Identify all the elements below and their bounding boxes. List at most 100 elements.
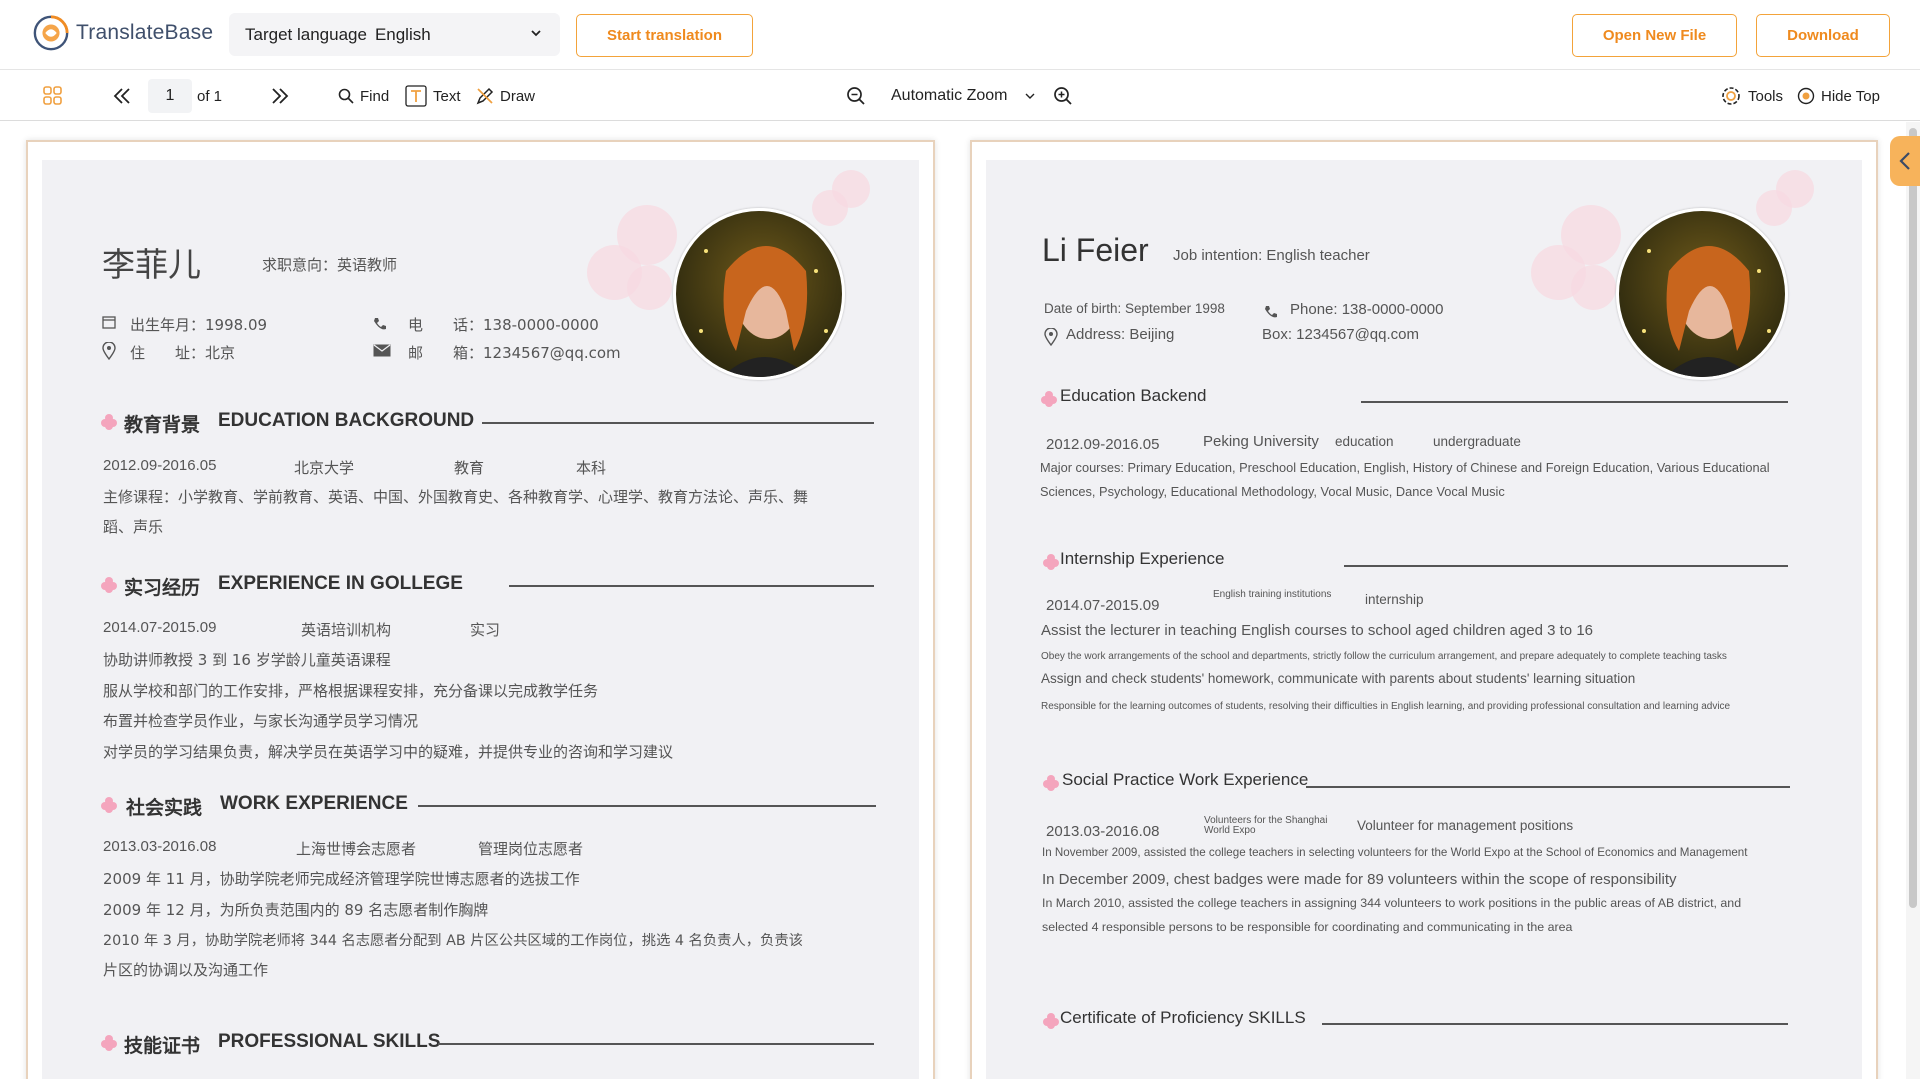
start-translation-button[interactable]: Start translation xyxy=(576,14,753,57)
open-new-file-button[interactable]: Open New File xyxy=(1572,14,1737,57)
intern-line: Obey the work arrangements of the school… xyxy=(1041,651,1727,662)
sidebar-toggle-button[interactable] xyxy=(42,71,64,121)
intern-line: 对学员的学习结果负责，解决学员在英语学习中的疑难，并提供专业的咨询和学习建议 xyxy=(103,743,674,761)
work-org: 上海世博会志愿者 xyxy=(296,840,417,858)
decor-petal xyxy=(627,265,672,310)
decor-petal xyxy=(1756,190,1792,226)
original-email: 邮 箱：1234567@qq.com xyxy=(408,344,621,362)
translated-job-intention: Job intention: English teacher xyxy=(1173,247,1370,264)
translated-email: Box: 1234567@qq.com xyxy=(1262,326,1419,343)
profile-photo xyxy=(673,208,845,380)
section-work: Social Practice Work Experience xyxy=(1062,770,1309,789)
section-divider xyxy=(509,585,874,587)
intern-role: internship xyxy=(1365,592,1424,607)
chevron-left-icon xyxy=(1899,152,1910,170)
intern-role: 实习 xyxy=(470,621,501,639)
search-icon xyxy=(338,88,354,104)
text-box-icon xyxy=(405,85,427,107)
section-internship: Internship Experience xyxy=(1060,549,1225,568)
double-chevron-right-icon xyxy=(272,88,289,104)
section-education-cn: 教育背景 xyxy=(124,414,201,436)
intern-line: Responsible for the learning outcomes of… xyxy=(1041,701,1731,712)
text-tool-button[interactable]: Text xyxy=(405,71,461,121)
profile-photo xyxy=(1616,208,1788,380)
zoom-out-button[interactable] xyxy=(846,71,866,121)
work-line: 2010 年 3 月，协助学院老师将 344 名志愿者分配到 AB 片区公共区域… xyxy=(103,933,803,949)
page-total: of 1 xyxy=(197,87,223,105)
work-role: 管理岗位志愿者 xyxy=(478,840,584,858)
edu-date: 2012.09-2016.05 xyxy=(1046,436,1160,453)
collapse-panel-button[interactable] xyxy=(1890,136,1920,186)
section-divider xyxy=(1361,401,1788,403)
original-address: 住 址：北京 xyxy=(130,344,236,362)
target-language-value: English xyxy=(374,24,431,44)
translated-address: Address: Beijing xyxy=(1066,326,1175,343)
document-viewer[interactable]: 李菲儿 求职意向：英语教师 出生年月：1998.09 住 址：北京 电 话：13… xyxy=(0,122,1920,1079)
flower-bullet-icon xyxy=(101,1035,117,1051)
profile-photo-image xyxy=(1619,211,1785,377)
translated-phone: Phone: 138-0000-0000 xyxy=(1290,301,1444,318)
original-job-intention: 求职意向：英语教师 xyxy=(262,256,398,274)
zoom-in-button[interactable] xyxy=(1053,71,1073,121)
zoom-value: Automatic Zoom xyxy=(891,87,1008,104)
draw-tool-button[interactable]: Draw xyxy=(476,71,535,121)
translated-name: Li Feier xyxy=(1042,232,1149,268)
original-page: 李菲儿 求职意向：英语教师 出生年月：1998.09 住 址：北京 电 话：13… xyxy=(26,140,935,1079)
section-skills-cn: 技能证书 xyxy=(124,1035,201,1057)
download-button[interactable]: Download xyxy=(1756,14,1890,57)
intern-line: 服从学校和部门的工作安排，严格根据课程安排，充分备课以完成教学任务 xyxy=(103,682,599,700)
section-divider xyxy=(1306,786,1790,788)
logo-icon xyxy=(33,15,69,51)
work-line: In November 2009, assisted the college t… xyxy=(1042,846,1748,859)
pencil-icon xyxy=(476,87,494,105)
section-divider xyxy=(438,1043,874,1045)
previous-page-button[interactable] xyxy=(112,71,132,121)
intern-date: 2014.07-2015.09 xyxy=(1046,597,1160,614)
vertical-scrollbar[interactable] xyxy=(1906,122,1920,1079)
tools-button[interactable]: Tools xyxy=(1720,71,1783,121)
find-button[interactable]: Find xyxy=(338,71,389,121)
app-logo[interactable]: TranslateBase xyxy=(32,14,213,52)
edu-school: Peking University xyxy=(1203,433,1319,450)
profile-photo-image xyxy=(676,211,842,377)
target-language-select[interactable]: Target language English xyxy=(229,13,560,56)
work-date: 2013.03-2016.08 xyxy=(103,838,217,855)
tools-label: Tools xyxy=(1748,87,1784,105)
gear-icon xyxy=(1722,87,1740,105)
thumbnails-icon xyxy=(43,86,62,105)
original-resume-sheet: 李菲儿 求职意向：英语教师 出生年月：1998.09 住 址：北京 电 话：13… xyxy=(42,160,919,1079)
pdf-toolbar: 1 of 1 Find Text Draw Automatic Zoom Too… xyxy=(0,71,1920,121)
original-name: 李菲儿 xyxy=(102,245,201,284)
next-page-button[interactable] xyxy=(270,71,290,121)
page-number-input[interactable]: 1 xyxy=(148,79,192,113)
calendar-icon xyxy=(102,315,116,334)
flower-bullet-icon xyxy=(101,414,117,430)
edu-courses-line: Major courses: Primary Education, Presch… xyxy=(1040,460,1770,475)
work-line: selected 4 responsible persons to be res… xyxy=(1042,920,1573,934)
scrollbar-thumb[interactable] xyxy=(1909,128,1917,908)
hide-top-icon xyxy=(1797,87,1815,105)
work-org-line2: World Expo xyxy=(1204,825,1256,836)
app-name: TranslateBase xyxy=(76,21,214,44)
mail-icon xyxy=(373,344,391,362)
edu-courses-line: 主修课程：小学教育、学前教育、英语、中国、外国教育史、各种教育学、心理学、教育方… xyxy=(103,488,809,506)
text-label: Text xyxy=(433,87,461,105)
work-line: 2009 年 12 月，为所负责范围内的 89 名志愿者制作胸牌 xyxy=(103,901,489,919)
edu-major: 教育 xyxy=(454,459,485,477)
work-line: In March 2010, assisted the college teac… xyxy=(1042,896,1742,910)
work-line: 片区的协调以及沟通工作 xyxy=(103,961,269,979)
translated-resume-sheet: Li Feier Job intention: English teacher … xyxy=(986,160,1862,1079)
intern-line: Assign and check students' homework, com… xyxy=(1041,671,1636,686)
section-education: Education Backend xyxy=(1060,386,1207,405)
zoom-select[interactable]: Automatic Zoom xyxy=(891,71,1035,121)
location-icon xyxy=(1044,327,1058,351)
translated-page: Li Feier Job intention: English teacher … xyxy=(970,140,1878,1079)
intern-line: Assist the lecturer in teaching English … xyxy=(1041,622,1593,639)
section-work-en: WORK EXPERIENCE xyxy=(220,793,408,814)
section-education-en: EDUCATION BACKGROUND xyxy=(218,410,475,431)
hide-top-button[interactable]: Hide Top xyxy=(1797,71,1880,121)
section-skills: Certificate of Proficiency SKILLS xyxy=(1060,1008,1306,1027)
flower-bullet-icon xyxy=(101,577,117,593)
chevron-down-icon xyxy=(531,30,541,37)
decor-petal xyxy=(1571,265,1616,310)
